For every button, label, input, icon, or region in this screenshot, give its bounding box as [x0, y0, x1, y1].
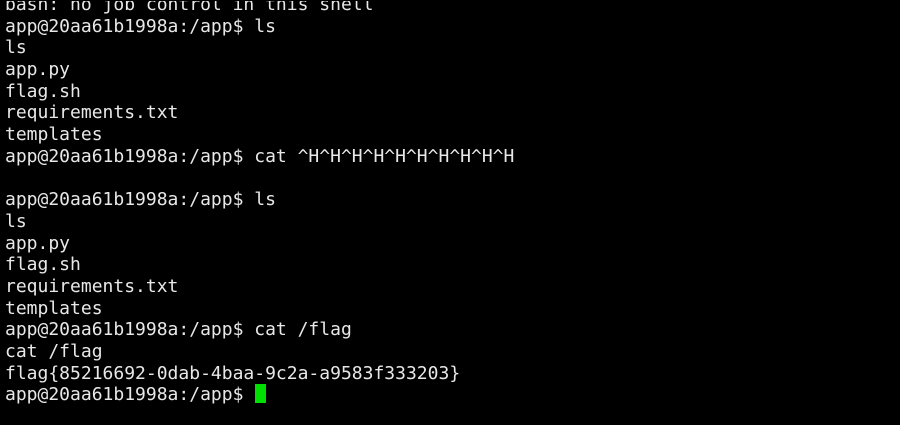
terminal-line: bash: no job control in this shell — [5, 0, 374, 15]
terminal-line: flag.sh — [5, 254, 81, 276]
terminal-line: app@20aa61b1998a:/app$ ls — [5, 15, 276, 37]
terminal-line: templates — [5, 297, 103, 319]
terminal-line: ls — [5, 37, 27, 59]
terminal-line: requirements.txt — [5, 275, 179, 297]
terminal-line: app.py — [5, 59, 71, 81]
terminal-line: templates — [5, 124, 103, 146]
terminal-window[interactable]: bash: no job control in this shell app@2… — [0, 0, 900, 425]
prompt-line[interactable]: app@20aa61b1998a:/app$ — [5, 384, 900, 406]
terminal-line: flag{85216692-0dab-4baa-9c2a-a9583f33320… — [5, 362, 461, 384]
terminal-line: ls — [5, 210, 27, 232]
cursor-block — [255, 384, 267, 404]
terminal-line: flag.sh — [5, 80, 81, 102]
terminal-line: cat /flag — [5, 341, 103, 362]
prompt-text: app@20aa61b1998a:/app$ — [5, 384, 255, 406]
terminal-line: app.py — [5, 232, 71, 254]
terminal-line: app@20aa61b1998a:/app$ ls — [5, 189, 276, 211]
terminal-line: requirements.txt — [5, 102, 179, 124]
top-edge — [0, 0, 900, 1]
terminal-line: app@20aa61b1998a:/app$ cat /flag — [5, 319, 352, 341]
terminal-line: app@20aa61b1998a:/app$ cat ^H^H^H^H^H^H^… — [5, 145, 515, 167]
